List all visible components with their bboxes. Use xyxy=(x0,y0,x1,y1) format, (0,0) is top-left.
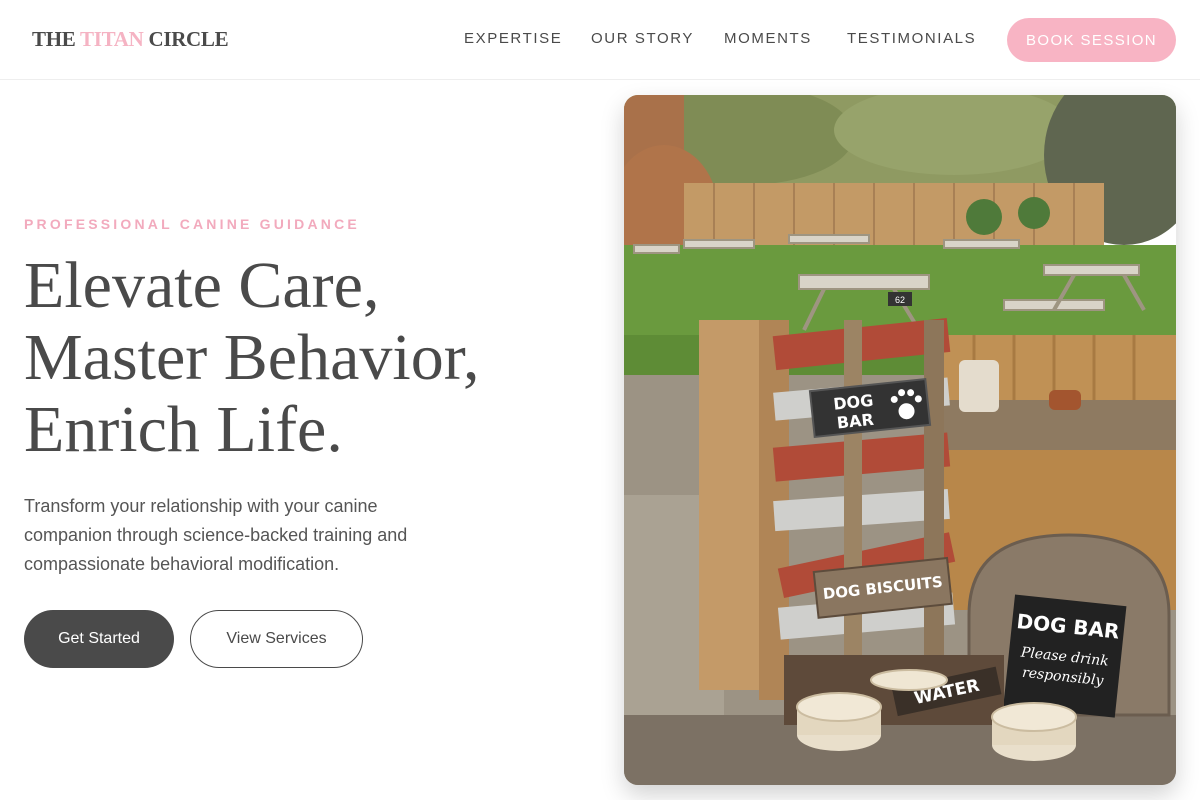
headline-line-3: Enrich Life. xyxy=(24,393,343,466)
headline-line-1: Elevate Care, xyxy=(24,249,380,322)
book-session-button[interactable]: BOOK SESSION xyxy=(1007,18,1176,62)
brand-logo[interactable]: THE TITAN CIRCLE xyxy=(32,27,229,52)
hero-description: Transform your relationship with your ca… xyxy=(24,496,408,574)
nav-link-moments[interactable]: MOMENTS xyxy=(724,30,812,47)
hero-photo: 62 DOG BAR DOG BISCUITS DOG BAR Please d… xyxy=(624,95,1176,785)
hero-headline: Elevate Care, Master Behavior, Enrich Li… xyxy=(24,250,480,466)
headline-line-2: Master Behavior, xyxy=(24,321,480,394)
site-header: THE TITAN CIRCLE EXPERTISE OUR STORY MOM… xyxy=(0,0,1200,80)
hero-eyebrow: PROFESSIONAL CANINE GUIDANCE xyxy=(24,216,360,232)
nav-link-testimonials[interactable]: TESTIMONIALS xyxy=(847,30,976,47)
table-number-label: 62 xyxy=(895,295,905,305)
view-services-button[interactable]: View Services xyxy=(190,610,363,668)
brand-word-circle: CIRCLE xyxy=(143,27,229,51)
brand-word-the: THE xyxy=(32,27,81,51)
dog-bar-photo-illustration: 62 DOG BAR DOG BISCUITS DOG BAR Please d… xyxy=(624,95,1176,785)
brand-word-titan: TITAN xyxy=(80,27,144,51)
sign-top-line-2: BAR xyxy=(836,410,875,433)
get-started-button[interactable]: Get Started xyxy=(24,610,174,668)
nav-link-our-story[interactable]: OUR STORY xyxy=(591,30,694,47)
nav-link-expertise[interactable]: EXPERTISE xyxy=(464,30,562,47)
